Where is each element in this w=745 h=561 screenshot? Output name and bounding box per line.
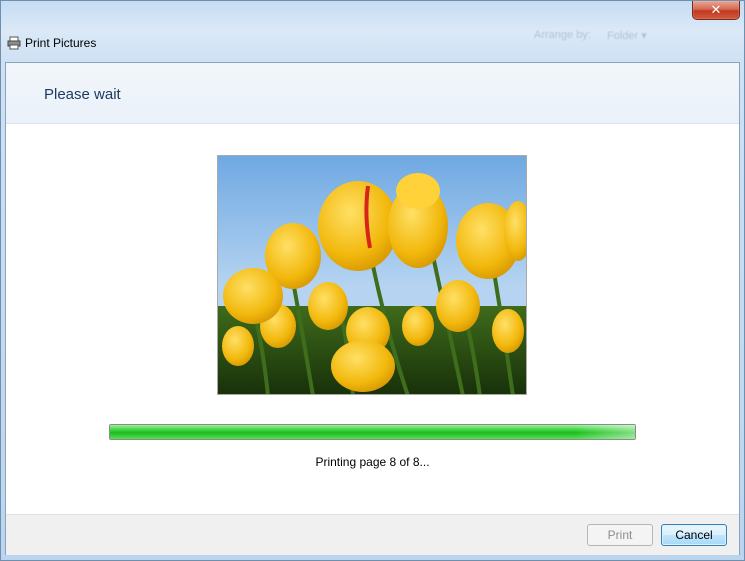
progress-shine — [575, 425, 635, 439]
title-bar: Print Pictures — [1, 29, 744, 59]
progress-fill — [110, 425, 635, 439]
cancel-button[interactable]: Cancel — [661, 524, 727, 546]
window-title: Print Pictures — [25, 36, 97, 50]
dialog-footer: Print Cancel — [6, 514, 739, 555]
print-pictures-window: Arrange by: Folder ▾ ✕ Print Pictures Pl… — [0, 0, 745, 561]
tulips-image — [218, 156, 526, 394]
print-progress-bar — [109, 424, 636, 440]
status-text: Printing page 8 of 8... — [315, 455, 430, 469]
picture-preview — [217, 155, 527, 395]
dialog-client-area: Please wait Printing page 8 of 8... Prin… — [5, 62, 740, 555]
page-title: Please wait — [44, 86, 121, 103]
print-button[interactable]: Print — [587, 524, 653, 546]
close-button[interactable]: ✕ — [692, 1, 740, 20]
close-icon: ✕ — [710, 2, 722, 17]
printer-icon — [7, 36, 21, 50]
dialog-header: Please wait — [6, 63, 739, 124]
